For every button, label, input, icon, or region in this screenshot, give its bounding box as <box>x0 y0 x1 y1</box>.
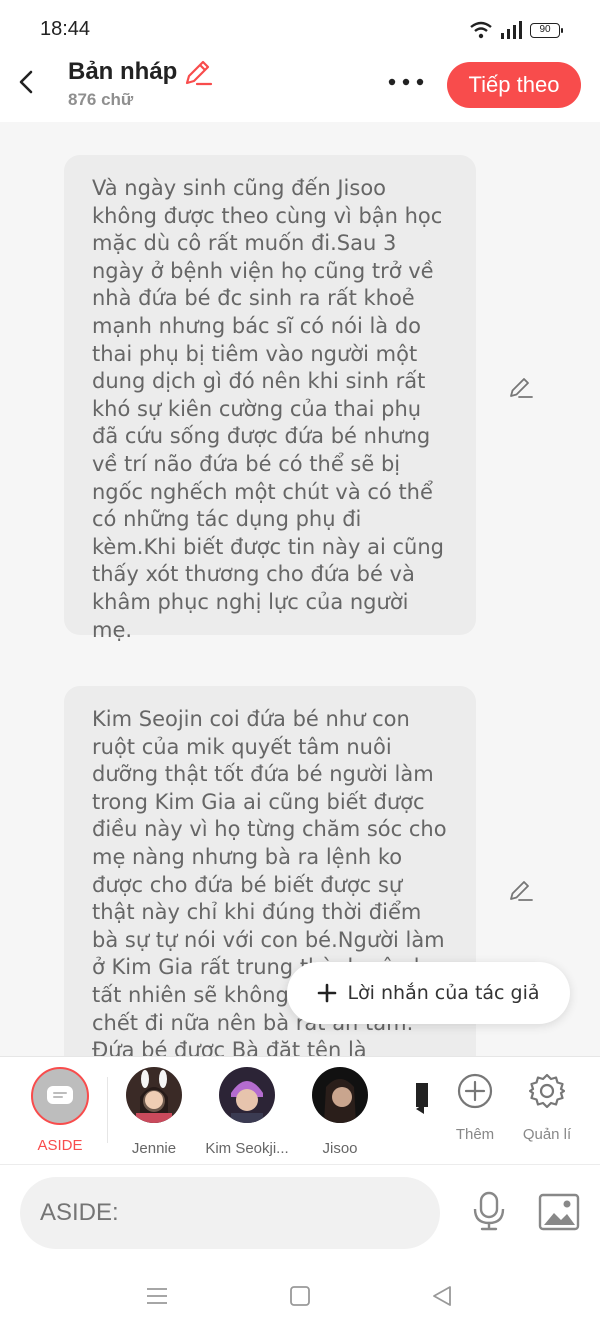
character-jennie[interactable]: Jennie <box>108 1067 200 1157</box>
battery-icon: 90 <box>530 22 563 38</box>
add-label: Thêm <box>455 1126 495 1143</box>
pencil-icon[interactable] <box>183 57 213 87</box>
edit-pencil-icon[interactable] <box>508 877 534 903</box>
signal-icon <box>501 21 522 39</box>
character-label: Jennie <box>131 1140 177 1157</box>
menu-icon[interactable] <box>145 1284 169 1308</box>
add-character-button[interactable]: Thêm <box>440 1073 510 1143</box>
back-triangle-icon[interactable] <box>430 1284 454 1308</box>
avatar <box>126 1067 182 1123</box>
microphone-icon[interactable] <box>470 1191 508 1231</box>
manage-button[interactable]: Quản lí <box>512 1073 582 1143</box>
character-label: Kim Seokji... <box>205 1140 289 1157</box>
home-icon[interactable] <box>288 1284 312 1308</box>
wifi-icon <box>470 21 492 39</box>
author-note-label: Lời nhắn của tác giả <box>347 982 540 1004</box>
word-count: 876 chữ <box>68 90 134 109</box>
title-block: Bản nháp 876 chữ <box>68 58 213 110</box>
page-title: Bản nháp <box>68 58 178 85</box>
story-content[interactable]: Và ngày sinh cũng đến Jisoo không được t… <box>0 122 600 1056</box>
edit-pencil-icon[interactable] <box>508 374 534 400</box>
aside-avatar <box>31 1067 89 1125</box>
avatar <box>416 1083 428 1114</box>
plus-icon <box>318 983 337 1003</box>
character-jisoo[interactable]: Jisoo <box>294 1067 386 1157</box>
header: Bản nháp 876 chữ Tiếp theo <box>0 58 600 122</box>
manage-label: Quản lí <box>522 1126 572 1143</box>
status-time: 18:44 <box>40 18 91 40</box>
character-aside[interactable]: ASIDE <box>14 1067 106 1154</box>
message-input[interactable] <box>20 1177 440 1249</box>
image-icon[interactable] <box>538 1193 580 1231</box>
paragraph-bubble[interactable]: Và ngày sinh cũng đến Jisoo không được t… <box>64 155 476 642</box>
composer <box>0 1164 600 1260</box>
next-button[interactable]: Tiếp theo <box>447 62 581 108</box>
avatar <box>312 1067 368 1123</box>
author-note-button[interactable]: Lời nhắn của tác giả <box>287 962 570 1024</box>
avatar <box>219 1067 275 1123</box>
character-bar: ASIDE Jennie Kim Seokji... Jisoo Thêm Qu… <box>0 1056 600 1164</box>
character-kim-seokjin[interactable]: Kim Seokji... <box>201 1067 293 1157</box>
gear-icon <box>528 1073 566 1109</box>
status-icons: 90 <box>470 20 563 40</box>
chat-bubble-icon <box>47 1086 73 1104</box>
character-label: ASIDE <box>37 1137 83 1154</box>
back-arrow-icon[interactable] <box>16 70 40 94</box>
system-nav-bar <box>0 1260 600 1333</box>
add-circle-icon <box>457 1073 493 1109</box>
status-bar: 18:44 90 <box>0 0 600 58</box>
character-label: Jisoo <box>322 1140 358 1157</box>
character-partial[interactable] <box>414 1077 428 1117</box>
more-options-icon[interactable] <box>386 74 426 90</box>
